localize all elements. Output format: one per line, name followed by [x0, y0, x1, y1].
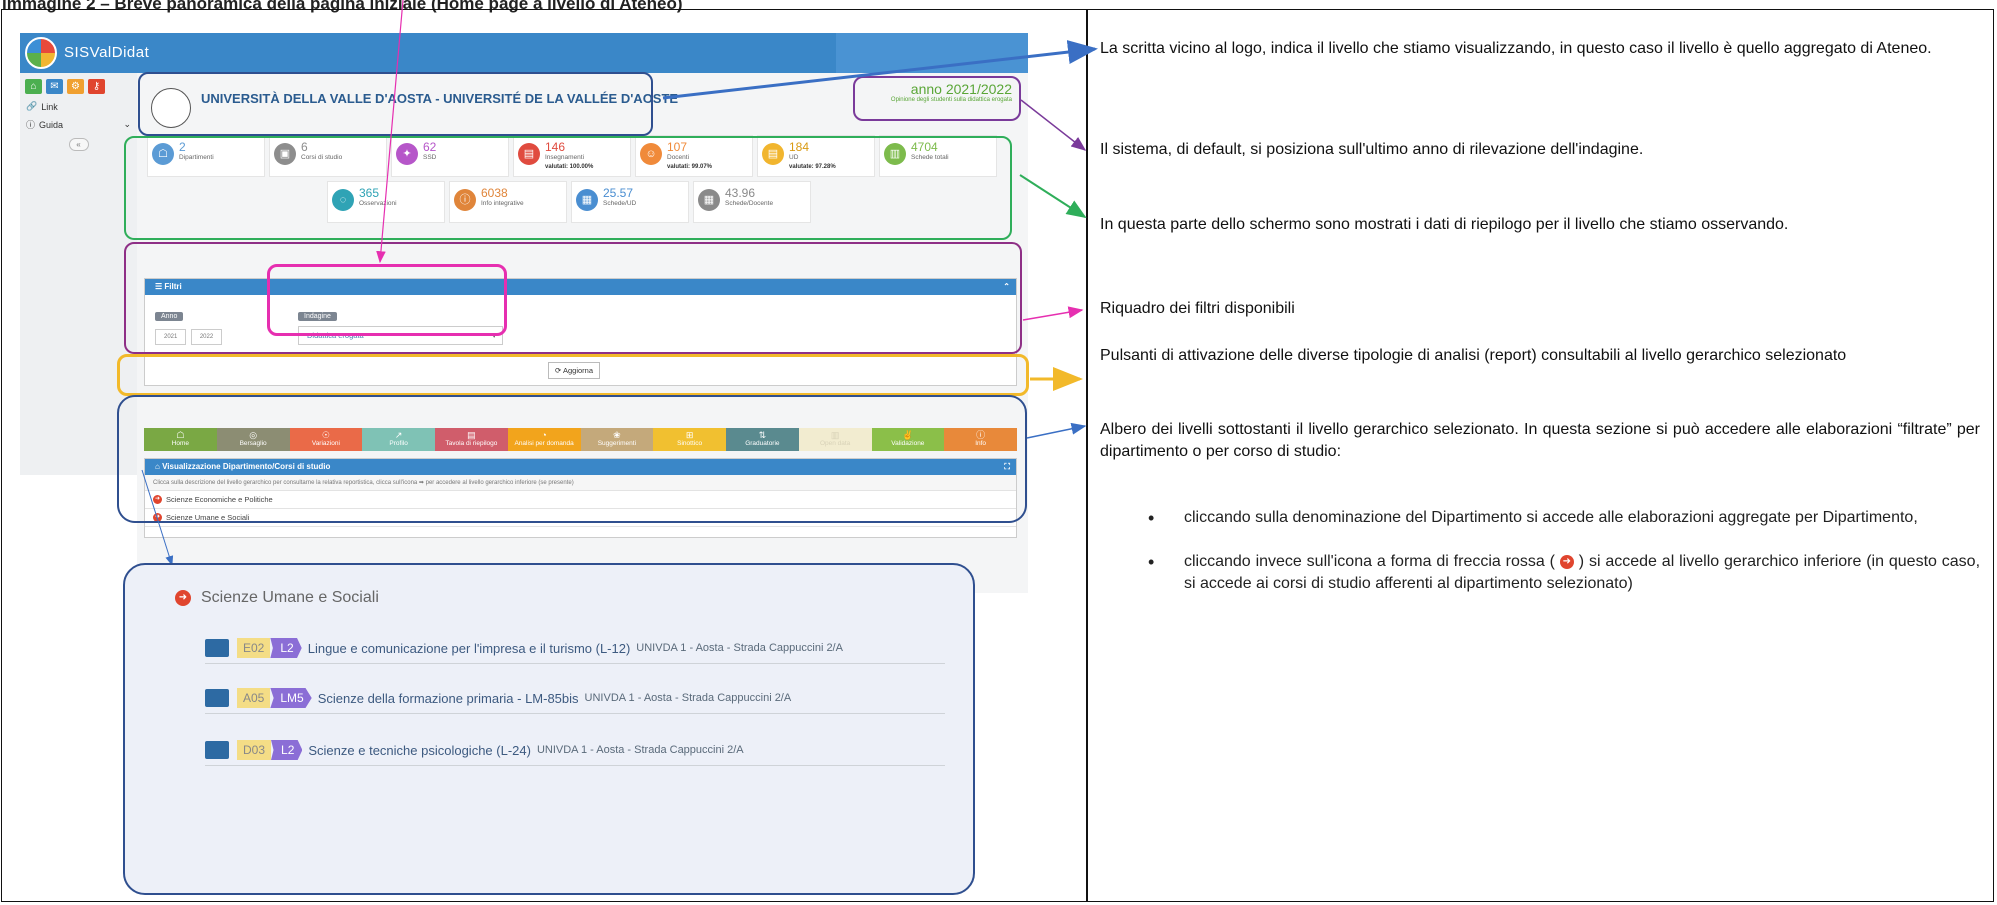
course-name[interactable]: Scienze e tecniche psicologiche (L-24): [308, 743, 531, 758]
course-name[interactable]: Lingue e comunicazione per l'impresa e i…: [308, 641, 631, 656]
course-level: L2: [271, 740, 303, 760]
course-location: UNIVDA 1 - Aosta - Strada Cappuccini 2/A: [536, 744, 744, 756]
note-filters: Riquadro dei filtri disponibili: [1100, 300, 1295, 317]
course-code: E02: [237, 638, 271, 658]
sidebar-item-label: Link: [41, 101, 58, 112]
sidebar-item-guida[interactable]: ⓘ Guida ⌄: [20, 115, 137, 134]
indagine-highlight: [267, 264, 507, 336]
zoom-title[interactable]: ➜ Scienze Umane e Sociali: [175, 589, 379, 607]
course-level: L2: [270, 638, 302, 658]
sidebar-item-label: Guida: [39, 119, 64, 130]
home-icon[interactable]: ⌂: [25, 79, 42, 94]
settings-icon[interactable]: ⚙: [67, 79, 84, 94]
course-icon: [205, 741, 229, 759]
top-bar-right: [836, 33, 1028, 73]
chevron-down-icon: ⌄: [123, 119, 131, 129]
top-bar: SISValDidat: [20, 33, 1028, 73]
red-arrow-icon: ➜: [1559, 554, 1574, 569]
course-location: UNIVDA 1 - Aosta - Strada Cappuccini 2/A: [584, 692, 792, 704]
course-row[interactable]: E02 L2 Lingue e comunicazione per l'impr…: [205, 633, 945, 664]
course-code: D03: [237, 740, 272, 760]
app-name: SISValDidat: [64, 44, 150, 61]
course-location: UNIVDA 1 - Aosta - Strada Cappuccini 2/A: [636, 642, 843, 654]
link-icon: 🔗: [26, 101, 38, 111]
tree-highlight: [117, 395, 1027, 523]
column-divider: [1086, 9, 1088, 902]
course-name[interactable]: Scienze della formazione primaria - LM-8…: [318, 691, 579, 706]
navbar-highlight: [117, 354, 1029, 396]
course-row[interactable]: A05 LM5 Scienze della formazione primari…: [205, 683, 945, 714]
zoom-detail: ➜ Scienze Umane e Sociali E02 L2 Lingue …: [123, 563, 975, 895]
bullet-item: cliccando sulla denominazione del Dipart…: [1148, 507, 1980, 529]
year-highlight: [853, 76, 1021, 121]
bullet-text-start: cliccando invece sull'icona a forma di f…: [1184, 553, 1555, 570]
bullet-item: cliccando invece sull'icona a forma di f…: [1148, 551, 1980, 595]
app-logo-icon: [25, 37, 57, 69]
note-year: Il sistema, di default, si posiziona sul…: [1100, 141, 1644, 158]
filters-highlight: [124, 242, 1022, 354]
key-icon[interactable]: ⚷: [88, 79, 105, 94]
sidebar-item-link[interactable]: 🔗 Link: [20, 98, 137, 115]
course-icon: [205, 639, 229, 657]
note-reports: Pulsanti di attivazione delle diverse ti…: [1100, 347, 1847, 364]
course-icon: [205, 689, 229, 707]
university-highlight: [138, 72, 653, 136]
note-tree: Albero dei livelli sottostanti il livell…: [1100, 421, 1980, 460]
course-row[interactable]: D03 L2 Scienze e tecniche psicologiche (…: [205, 735, 945, 766]
note-summary: In questa parte dello schermo sono mostr…: [1100, 216, 1789, 233]
note-level: La scritta vicino al logo, indica il liv…: [1100, 40, 1932, 57]
info-icon: ⓘ: [26, 120, 36, 130]
stats-highlight: [124, 136, 1012, 240]
zoom-title-label[interactable]: Scienze Umane e Sociali: [201, 589, 379, 607]
red-arrow-icon[interactable]: ➜: [175, 590, 191, 606]
collapse-button[interactable]: «: [68, 138, 89, 151]
course-code: A05: [237, 688, 271, 708]
mail-icon[interactable]: ✉: [46, 79, 63, 94]
sidebar-icons: ⌂ ✉ ⚙ ⚷: [20, 73, 137, 98]
course-level: LM5: [270, 688, 312, 708]
note-bullets: cliccando sulla denominazione del Dipart…: [1148, 507, 1980, 595]
